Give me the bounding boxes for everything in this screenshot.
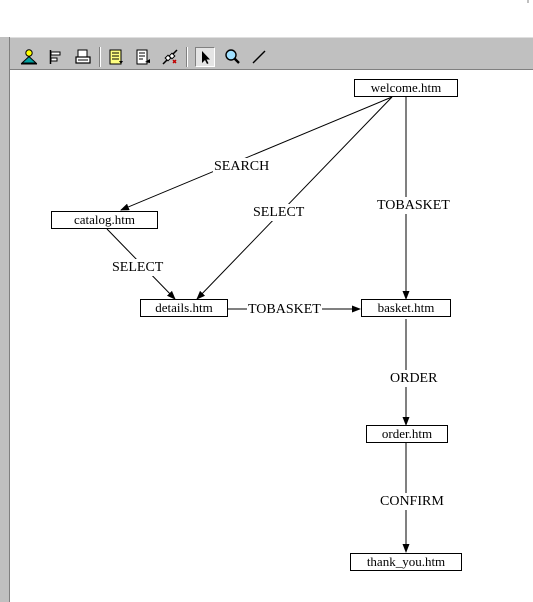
left-panel-edge bbox=[0, 37, 10, 602]
node-order[interactable]: order.htm bbox=[366, 425, 448, 443]
toolbar-separator bbox=[99, 47, 101, 67]
title-area bbox=[0, 0, 533, 37]
node-catalog[interactable]: catalog.htm bbox=[51, 211, 158, 229]
select-pointer-icon[interactable] bbox=[195, 47, 215, 67]
notes-icon[interactable] bbox=[106, 47, 126, 67]
node-details[interactable]: details.htm bbox=[140, 299, 228, 317]
window-edge-mark bbox=[527, 0, 529, 3]
user-icon[interactable] bbox=[19, 47, 39, 67]
edge-label-confirm: CONFIRM bbox=[379, 493, 445, 510]
align-left-icon[interactable] bbox=[46, 47, 66, 67]
diagram-edges bbox=[106, 96, 410, 553]
node-thank-you[interactable]: thank_you.htm bbox=[350, 553, 462, 571]
diagram-canvas[interactable]: SEARCH SELECT TOBASKET SELECT TOBASKET O… bbox=[11, 70, 533, 602]
toolbar-separator bbox=[186, 47, 188, 67]
edge-search bbox=[120, 96, 393, 211]
draw-line-icon[interactable] bbox=[249, 47, 269, 67]
document-edit-icon[interactable] bbox=[133, 47, 153, 67]
edge-select-from-welcome bbox=[196, 96, 393, 300]
edge-label-tobasket-from-welcome: TOBASKET bbox=[376, 197, 451, 214]
print-icon[interactable] bbox=[73, 47, 93, 67]
node-welcome[interactable]: welcome.htm bbox=[354, 79, 458, 97]
edge-label-tobasket-from-details: TOBASKET bbox=[247, 301, 322, 318]
unlink-icon[interactable] bbox=[160, 47, 180, 67]
toolbar bbox=[10, 37, 533, 70]
edge-label-select-from-welcome: SELECT bbox=[252, 204, 306, 221]
zoom-icon[interactable] bbox=[222, 47, 242, 67]
application-window: SEARCH SELECT TOBASKET SELECT TOBASKET O… bbox=[0, 0, 533, 602]
edge-label-select-from-catalog: SELECT bbox=[111, 259, 165, 276]
edge-label-order: ORDER bbox=[389, 370, 439, 387]
node-basket[interactable]: basket.htm bbox=[361, 299, 451, 317]
edge-label-search: SEARCH bbox=[213, 158, 271, 175]
